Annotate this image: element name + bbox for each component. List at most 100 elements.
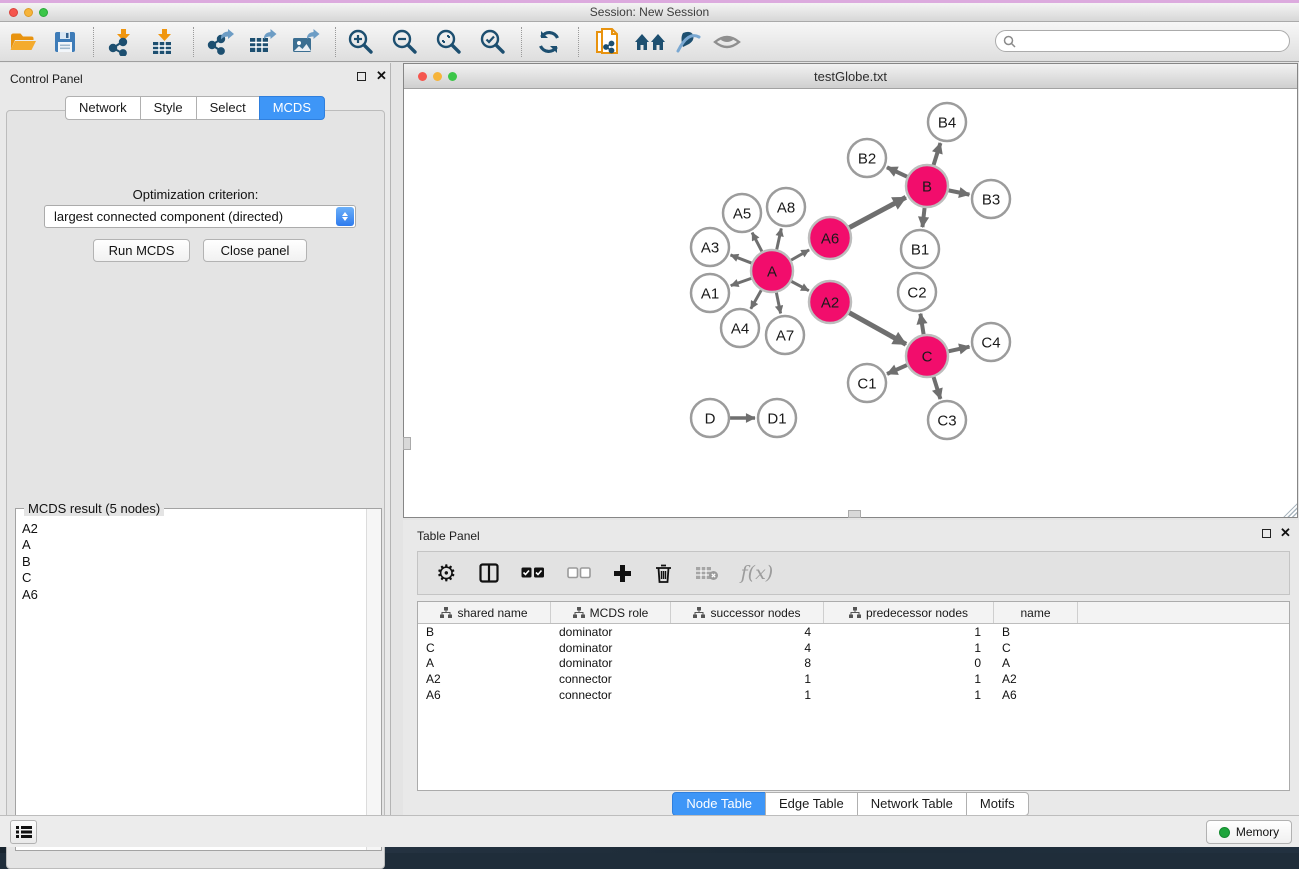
graph-node-A4[interactable]: A4 xyxy=(721,309,759,347)
network-resize-grip[interactable] xyxy=(1283,503,1297,517)
mcds-result-list[interactable]: A2ABCA6 xyxy=(16,521,365,849)
graph-edge-A6-B[interactable] xyxy=(849,197,905,227)
graph-node-A8[interactable]: A8 xyxy=(767,188,805,226)
table-row[interactable]: Adominator80A xyxy=(418,656,1289,672)
graph-node-B4[interactable]: B4 xyxy=(928,103,966,141)
mcds-result-scrollbar[interactable] xyxy=(366,509,381,850)
graph-edge-A-A7[interactable] xyxy=(776,293,780,314)
graph-edge-C-C4[interactable] xyxy=(948,347,969,352)
graph-edge-A-A8[interactable] xyxy=(777,228,782,249)
graph-node-B3[interactable]: B3 xyxy=(972,180,1010,218)
tab-network-table[interactable]: Network Table xyxy=(857,792,967,816)
mcds-result-item[interactable]: C xyxy=(16,570,365,586)
save-session-button[interactable] xyxy=(48,25,82,59)
graph-node-C1[interactable]: C1 xyxy=(848,364,886,402)
mcds-result-item[interactable]: A6 xyxy=(16,587,365,603)
table-row[interactable]: Bdominator41B xyxy=(418,624,1289,640)
graph-edge-A2-C[interactable] xyxy=(849,313,906,345)
graph-node-A3[interactable]: A3 xyxy=(691,228,729,266)
graph-node-D[interactable]: D xyxy=(691,399,729,437)
select-all-button[interactable] xyxy=(521,558,545,588)
graph-node-C[interactable]: C xyxy=(906,335,948,377)
float-panel-icon[interactable] xyxy=(357,72,366,81)
tab-mcds[interactable]: MCDS xyxy=(259,96,325,120)
optimization-criterion-select[interactable]: largest connected component (directed) xyxy=(44,205,356,228)
mcds-result-item[interactable]: A xyxy=(16,537,365,553)
column-header-predecessor-nodes[interactable]: predecessor nodes xyxy=(824,602,994,623)
column-header-shared-name[interactable]: shared name xyxy=(418,602,551,623)
network-left-grip[interactable] xyxy=(403,437,411,450)
add-column-button[interactable] xyxy=(613,558,632,588)
task-history-button[interactable] xyxy=(10,820,37,844)
graph-node-A1[interactable]: A1 xyxy=(691,274,729,312)
memory-button[interactable]: Memory xyxy=(1206,820,1292,844)
refresh-button[interactable] xyxy=(532,25,566,59)
graph-node-C3[interactable]: C3 xyxy=(928,401,966,439)
graph-node-A6[interactable]: A6 xyxy=(809,217,851,259)
table-row[interactable]: Cdominator41C xyxy=(418,640,1289,656)
column-header-successor-nodes[interactable]: successor nodes xyxy=(671,602,824,623)
graph-edge-A-A5[interactable] xyxy=(752,233,762,252)
graph-edge-A-A3[interactable] xyxy=(731,255,752,263)
open-file-button[interactable] xyxy=(6,25,40,59)
network-from-document-button[interactable] xyxy=(591,25,625,59)
graph-edge-C-C2[interactable] xyxy=(920,314,923,335)
graph-edge-A-A4[interactable] xyxy=(751,290,761,309)
zoom-in-button[interactable] xyxy=(344,25,378,59)
home-button[interactable] xyxy=(633,25,667,59)
export-network-button[interactable] xyxy=(203,25,237,59)
run-mcds-button[interactable]: Run MCDS xyxy=(93,239,190,262)
graph-edge-A-A1[interactable] xyxy=(731,278,752,285)
show-hide-eye-button[interactable] xyxy=(710,25,744,59)
graph-node-A2[interactable]: A2 xyxy=(809,281,851,323)
graph-node-A7[interactable]: A7 xyxy=(766,316,804,354)
graph-edge-B-B1[interactable] xyxy=(922,208,924,227)
network-bottom-grip[interactable] xyxy=(848,510,861,518)
table-settings-button[interactable]: ⚙ xyxy=(436,558,457,588)
delete-column-button[interactable] xyxy=(654,558,673,588)
graph-node-C2[interactable]: C2 xyxy=(898,273,936,311)
import-table-button[interactable] xyxy=(146,25,180,59)
graph-node-B1[interactable]: B1 xyxy=(901,230,939,268)
zoom-fit-button[interactable] xyxy=(432,25,466,59)
table-row[interactable]: A6connector11A6 xyxy=(418,687,1289,703)
show-column-button[interactable] xyxy=(479,558,499,588)
export-table-button[interactable] xyxy=(245,25,279,59)
zoom-out-button[interactable] xyxy=(388,25,422,59)
export-image-button[interactable] xyxy=(288,25,322,59)
delete-table-button[interactable] xyxy=(695,558,719,588)
graph-node-B[interactable]: B xyxy=(906,165,948,207)
tab-network[interactable]: Network xyxy=(65,96,141,120)
tab-select[interactable]: Select xyxy=(196,96,260,120)
hide-graphics-details-button[interactable] xyxy=(671,25,705,59)
table-float-panel-icon[interactable] xyxy=(1262,529,1271,538)
function-builder-button[interactable]: f(x) xyxy=(741,558,774,588)
close-panel-icon[interactable]: ✕ xyxy=(376,68,387,84)
graph-node-A[interactable]: A xyxy=(751,250,793,292)
column-header-name[interactable]: name xyxy=(994,602,1078,623)
graph-edge-C-C1[interactable] xyxy=(887,365,907,374)
network-canvas[interactable]: AA1A2A3A4A5A6A7A8BB1B2B3B4CC1C2C3C4DD1 xyxy=(404,89,1297,517)
mcds-result-item[interactable]: B xyxy=(16,554,365,570)
search-box[interactable] xyxy=(995,30,1290,52)
close-panel-button[interactable]: Close panel xyxy=(203,239,307,262)
mcds-result-item[interactable]: A2 xyxy=(16,521,365,537)
graph-node-A5[interactable]: A5 xyxy=(723,194,761,232)
graph-edge-A-A2[interactable] xyxy=(791,281,808,290)
graph-node-B2[interactable]: B2 xyxy=(848,139,886,177)
graph-edge-A-A6[interactable] xyxy=(791,250,809,260)
tab-edge-table[interactable]: Edge Table xyxy=(765,792,858,816)
table-close-panel-icon[interactable]: ✕ xyxy=(1280,525,1291,541)
unselect-all-button[interactable] xyxy=(567,558,591,588)
import-network-button[interactable] xyxy=(104,25,138,59)
graph-node-D1[interactable]: D1 xyxy=(758,399,796,437)
tab-style[interactable]: Style xyxy=(140,96,197,120)
graph-edge-B-B3[interactable] xyxy=(949,190,970,194)
table-row[interactable]: A2connector11A2 xyxy=(418,671,1289,687)
graph-edge-B-B4[interactable] xyxy=(934,143,941,165)
network-graph[interactable]: AA1A2A3A4A5A6A7A8BB1B2B3B4CC1C2C3C4DD1 xyxy=(404,89,1297,517)
search-input[interactable] xyxy=(1016,34,1289,48)
tab-motifs[interactable]: Motifs xyxy=(966,792,1029,816)
zoom-selected-button[interactable] xyxy=(476,25,510,59)
tab-node-table[interactable]: Node Table xyxy=(672,792,766,816)
